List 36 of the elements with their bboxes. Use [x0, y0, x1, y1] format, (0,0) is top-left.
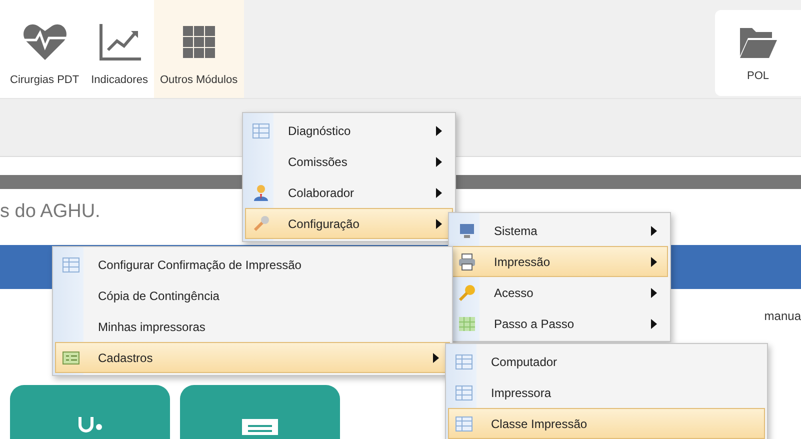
- menu-item[interactable]: Impressão: [451, 246, 668, 277]
- menu-item[interactable]: Minhas impressoras: [55, 311, 450, 342]
- heart-pulse-icon: [22, 22, 68, 62]
- table-icon: [252, 122, 270, 140]
- menu-item[interactable]: Impressora: [448, 377, 765, 408]
- menu-item[interactable]: Acesso: [451, 277, 668, 308]
- person-icon: [252, 184, 270, 202]
- table-icon: [455, 384, 473, 402]
- module-tile[interactable]: [10, 385, 170, 439]
- line-chart-icon: [98, 22, 142, 62]
- monitor-icon: [458, 222, 476, 240]
- key-icon: [458, 284, 476, 302]
- menu-item[interactable]: Cópia de Contingência: [55, 280, 450, 311]
- side-text: manua: [764, 309, 801, 323]
- menu-item[interactable]: Configurar Confirmação de Impressão: [55, 249, 450, 280]
- menu-item[interactable]: Classe Impressão: [448, 408, 765, 439]
- table-icon: [62, 256, 80, 274]
- menu-item[interactable]: Computador: [448, 346, 765, 377]
- table-icon: [455, 352, 473, 370]
- menu-item[interactable]: Configuração: [245, 208, 453, 239]
- menu-item[interactable]: Passo a Passo: [451, 308, 668, 339]
- page-heading: s do AGHU.: [0, 201, 100, 224]
- wrench-icon: [252, 214, 270, 232]
- form-icon: [62, 348, 80, 366]
- menu-item[interactable]: Sistema: [451, 215, 668, 246]
- table-icon: [455, 414, 473, 432]
- menu-item[interactable]: Comissões: [245, 146, 453, 177]
- menu-item[interactable]: Cadastros: [55, 342, 450, 373]
- printer-icon: [458, 252, 476, 270]
- list-icon: [240, 417, 280, 435]
- module-tile[interactable]: [180, 385, 340, 439]
- pol-button[interactable]: POL: [715, 10, 801, 96]
- toolbar-button[interactable]: Outros Módulos: [154, 0, 244, 98]
- spreadsheet-icon: [458, 314, 476, 332]
- menu-item[interactable]: Diagnóstico: [245, 115, 453, 146]
- menu-item[interactable]: Colaborador: [245, 177, 453, 208]
